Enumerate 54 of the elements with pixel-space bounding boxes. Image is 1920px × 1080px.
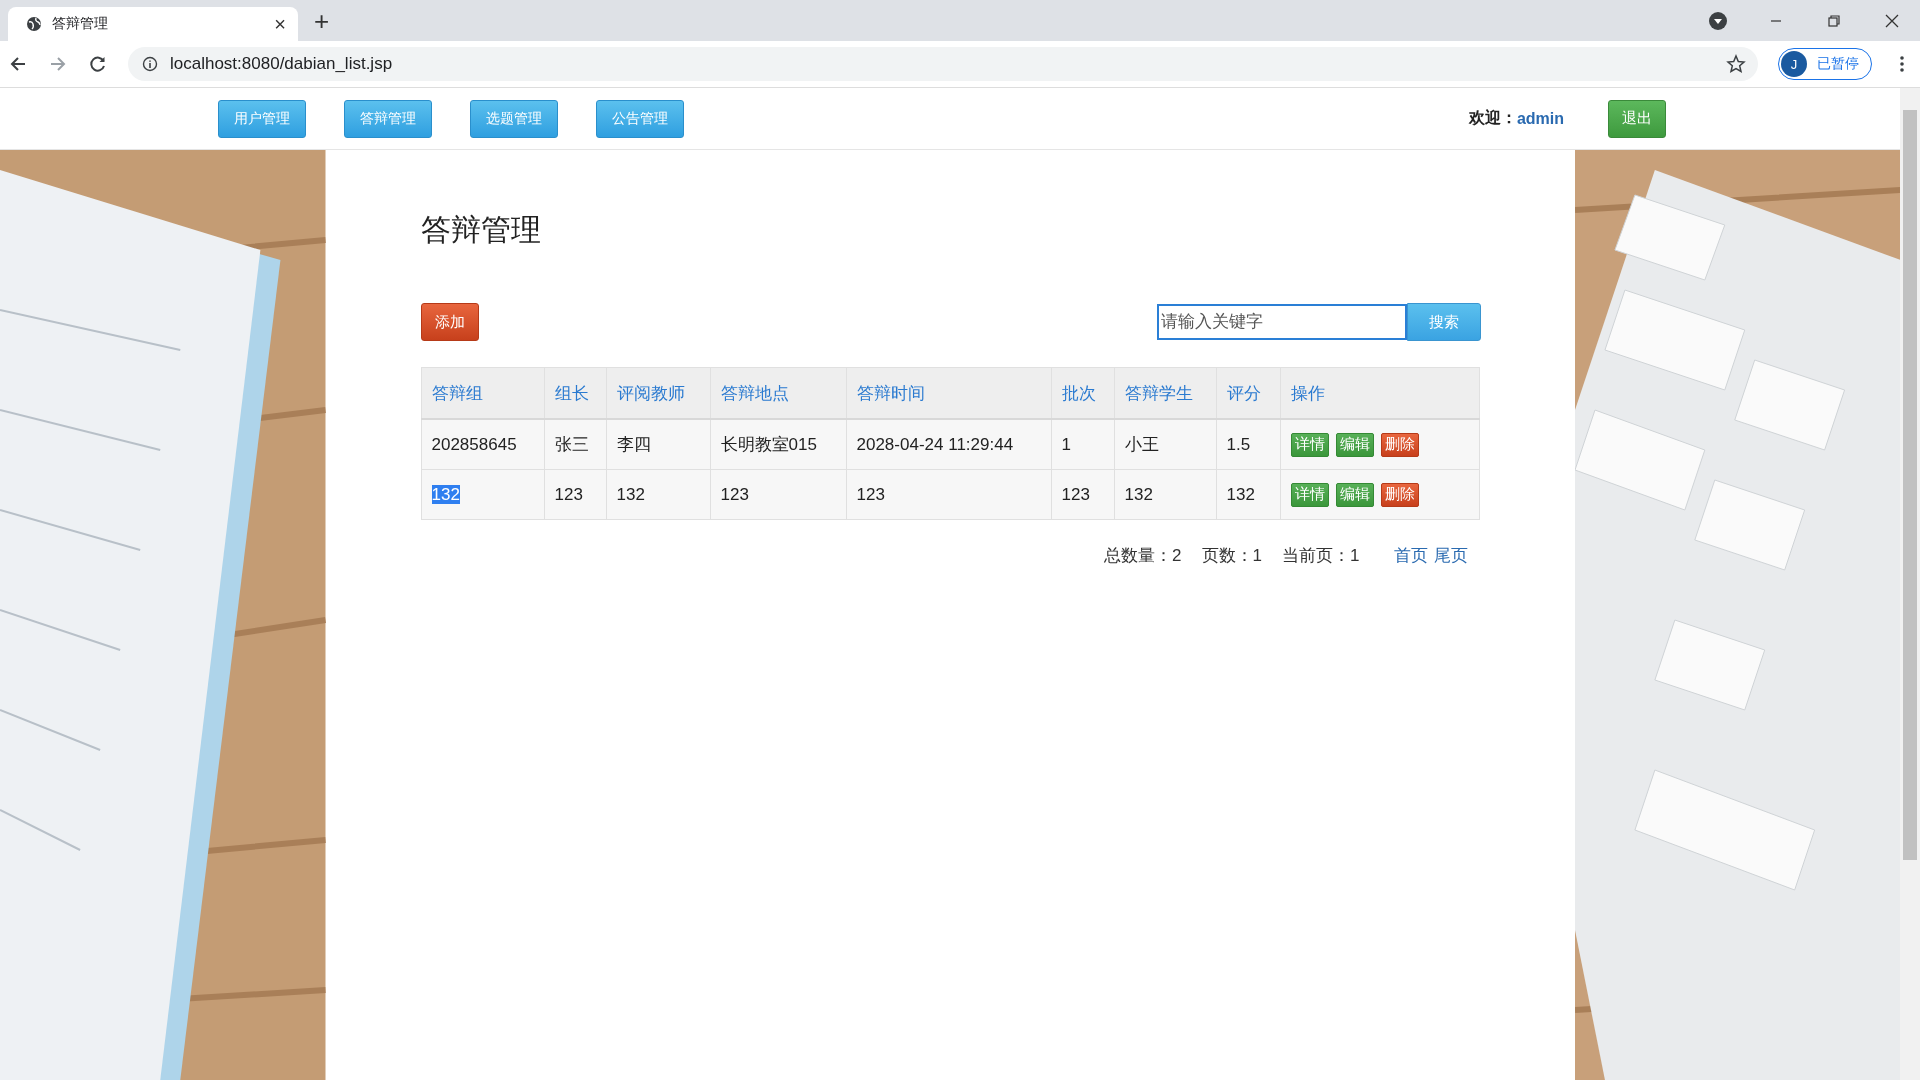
close-tab-button[interactable]: × <box>274 12 286 36</box>
address-bar[interactable]: localhost:8080/dabian_list.jsp <box>128 47 1758 81</box>
column-header: 批次 <box>1051 367 1114 419</box>
table-cell: 202858645 <box>421 419 544 470</box>
delete-button[interactable]: 删除 <box>1380 482 1419 507</box>
new-tab-button[interactable]: + <box>314 6 330 37</box>
avatar: J <box>1781 51 1807 77</box>
column-header: 评阅教师 <box>606 367 710 419</box>
first-page-link[interactable]: 首页 <box>1393 544 1428 567</box>
view-button[interactable]: 详情 <box>1290 482 1329 507</box>
column-header: 答辩组 <box>421 367 544 419</box>
tab-title: 答辩管理 <box>52 15 109 33</box>
add-button[interactable]: 添加 <box>420 303 479 341</box>
welcome-label: 欢迎： <box>1468 108 1517 128</box>
table-cell: 123 <box>1051 469 1114 520</box>
browser-tab[interactable]: 答辩管理 × <box>8 7 298 41</box>
current-page: 当前页：1 <box>1282 545 1360 567</box>
column-header: 答辩时间 <box>846 367 1051 419</box>
nav-button[interactable]: 公告管理 <box>596 99 684 138</box>
table-cell: 123 <box>544 469 606 520</box>
column-header: 答辩地点 <box>710 367 846 419</box>
page-title: 答辩管理 <box>420 212 542 248</box>
edit-button[interactable]: 编辑 <box>1335 432 1374 457</box>
user-name[interactable]: admin <box>1516 109 1564 128</box>
table-cell: 张三 <box>544 419 606 470</box>
table-cell: 132 <box>1216 469 1280 520</box>
nav-button[interactable]: 用户管理 <box>218 99 306 138</box>
table-cell: 李四 <box>606 419 710 470</box>
table-cell: 132 <box>421 469 544 520</box>
table-cell: 132 <box>1114 469 1216 520</box>
nav-button[interactable]: 答辩管理 <box>344 99 432 138</box>
table-cell: 1.5 <box>1216 419 1280 470</box>
page-count: 页数：1 <box>1201 545 1263 567</box>
delete-button[interactable]: 删除 <box>1380 432 1419 457</box>
table-cell: 长明教室015 <box>710 419 846 470</box>
table-cell: 小王 <box>1114 419 1216 470</box>
column-header: 答辩学生 <box>1114 367 1216 419</box>
table-cell: 132 <box>606 469 710 520</box>
logout-button[interactable]: 退出 <box>1608 99 1666 138</box>
last-page-link[interactable]: 尾页 <box>1433 544 1468 567</box>
column-header: 操作 <box>1280 367 1479 419</box>
table-cell: 123 <box>846 469 1051 520</box>
total-count: 总数量：2 <box>1104 545 1182 567</box>
search-field[interactable]: 请输入关键字 <box>1156 304 1407 340</box>
edit-button[interactable]: 编辑 <box>1335 482 1374 507</box>
table-cell: 123 <box>710 469 846 520</box>
view-button[interactable]: 详情 <box>1290 432 1329 457</box>
table-cell: 1 <box>1051 419 1114 470</box>
nav-button[interactable]: 选题管理 <box>470 99 558 138</box>
column-header: 评分 <box>1216 367 1280 419</box>
url-text: localhost:8080/dabian_list.jsp <box>170 54 393 74</box>
table-cell: 2028-04-24 11:29:44 <box>846 419 1051 470</box>
search-button[interactable]: 搜索 <box>1406 303 1481 341</box>
column-header: 组长 <box>544 367 606 419</box>
